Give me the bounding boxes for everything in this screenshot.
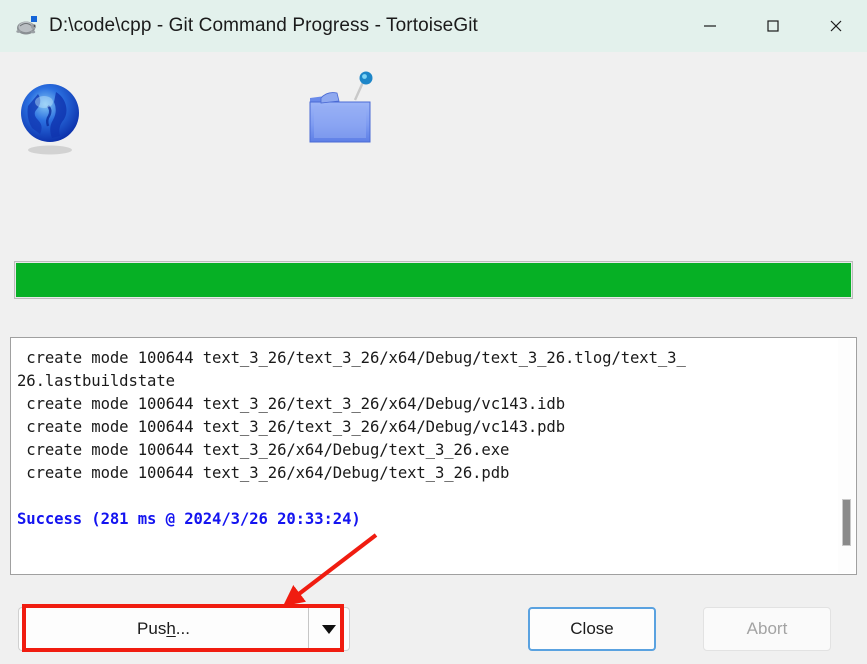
push-button[interactable]: Push... <box>18 607 308 651</box>
log-line: 26.lastbuildstate <box>17 372 175 390</box>
transfer-icons-area <box>0 52 867 252</box>
log-scrollbar-thumb[interactable] <box>842 499 851 546</box>
log-line: create mode 100644 text_3_26/text_3_26/x… <box>17 418 566 436</box>
close-dialog-button[interactable]: Close <box>528 607 656 651</box>
progress-bar <box>14 261 853 299</box>
push-dropdown-button[interactable] <box>308 607 350 651</box>
log-scrollbar[interactable] <box>838 339 855 573</box>
progress-bar-fill <box>16 263 851 297</box>
maximize-button[interactable] <box>741 0 804 52</box>
minimize-button[interactable] <box>678 0 741 52</box>
log-content: create mode 100644 text_3_26/text_3_26/x… <box>11 338 838 574</box>
log-line: create mode 100644 text_3_26/text_3_26/x… <box>17 395 566 413</box>
log-line: create mode 100644 text_3_26/x64/Debug/t… <box>17 441 510 459</box>
abort-button: Abort <box>703 607 831 651</box>
push-button-label: Push... <box>137 619 190 638</box>
window-title: D:\code\cpp - Git Command Progress - Tor… <box>49 15 478 36</box>
command-output-log[interactable]: create mode 100644 text_3_26/text_3_26/x… <box>10 337 857 575</box>
log-line: create mode 100644 text_3_26/text_3_26/x… <box>17 349 686 367</box>
folder-with-pin-icon <box>297 70 383 156</box>
window-controls <box>678 0 867 52</box>
maximize-icon <box>766 20 779 32</box>
close-icon <box>830 20 841 32</box>
success-message: Success (281 ms @ 2024/3/26 20:33:24) <box>17 510 361 528</box>
log-line: create mode 100644 text_3_26/x64/Debug/t… <box>17 464 510 482</box>
minimize-icon <box>703 25 716 27</box>
close-button[interactable] <box>804 0 867 52</box>
globe-icon <box>18 80 84 156</box>
tortoisegit-turtle-icon <box>13 13 39 39</box>
chevron-down-icon <box>322 624 336 634</box>
title-bar: D:\code\cpp - Git Command Progress - Tor… <box>0 0 867 52</box>
